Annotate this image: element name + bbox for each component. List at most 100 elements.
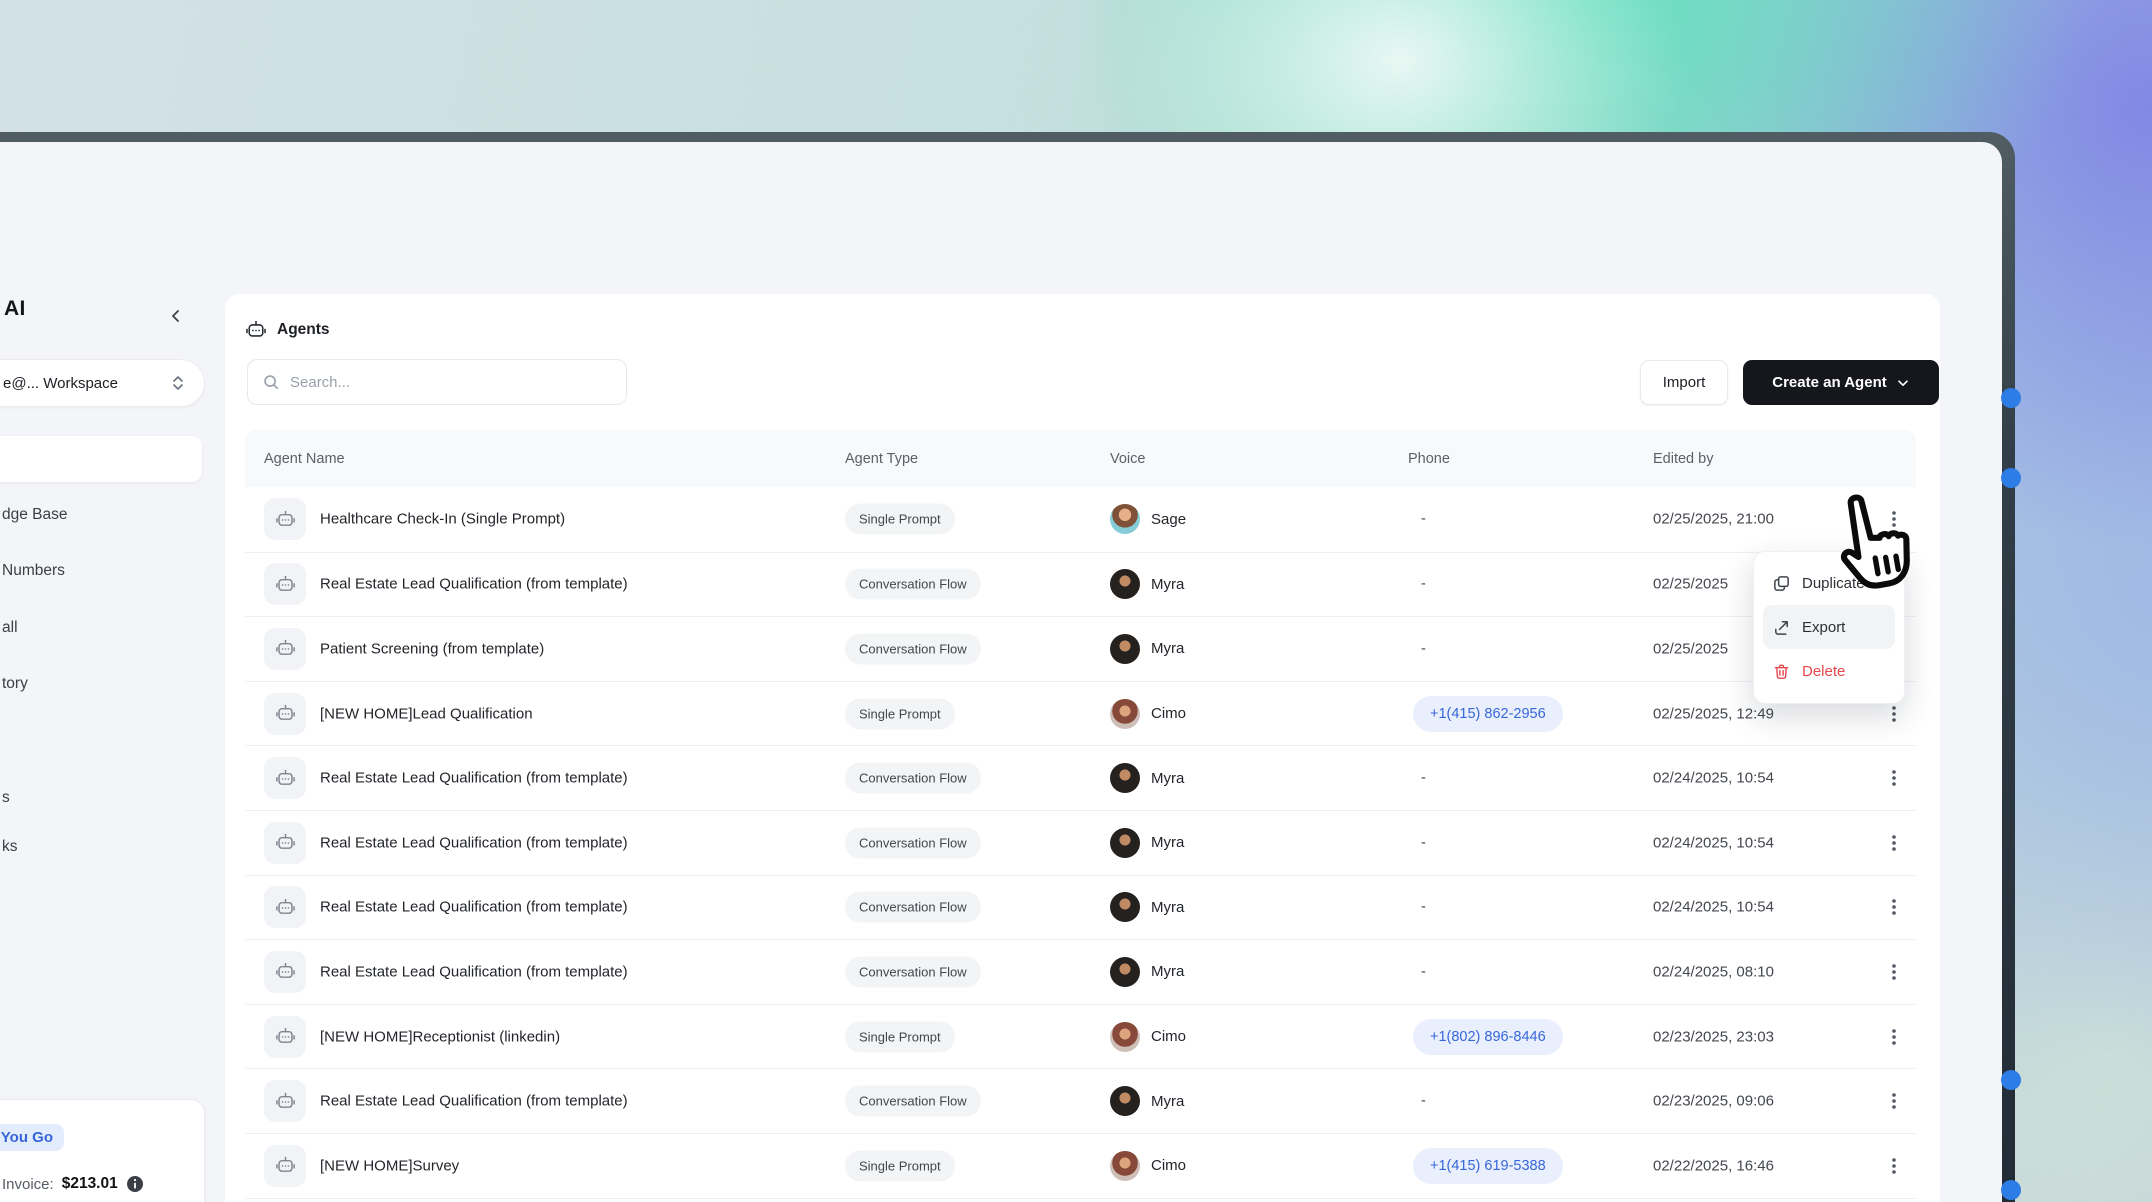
voice-avatar: [1110, 1151, 1140, 1181]
row-menu-button[interactable]: [1879, 1022, 1909, 1052]
sidebar-item-call[interactable]: all: [2, 619, 18, 637]
voice-avatar: [1110, 699, 1140, 729]
agent-name: [NEW HOME]Receptionist (linkedin): [320, 1028, 560, 1045]
phone-cell[interactable]: +1(415) 619-5388: [1413, 1148, 1563, 1184]
phone-cell[interactable]: -: [1413, 576, 1426, 592]
table-row[interactable]: Real Estate Lead Qualification (from tem…: [245, 810, 1916, 875]
edited-by-value: 02/23/2025, 09:06: [1653, 1093, 1774, 1110]
agent-robot-icon: [264, 693, 306, 735]
search-input[interactable]: [290, 374, 612, 391]
phone-cell[interactable]: -: [1413, 770, 1426, 786]
table-row[interactable]: [NEW HOME]Survey Single Prompt Cimo +1(4…: [245, 1133, 1916, 1198]
menu-item-label: Export: [1802, 619, 1845, 636]
kebab-icon: [1886, 1157, 1902, 1175]
voice-name: Myra: [1151, 576, 1184, 593]
table-row[interactable]: Healthcare Check-In (Single Prompt) Sing…: [245, 487, 1916, 552]
table-row[interactable]: [NEW HOME]Customer Service Single Prompt…: [245, 1198, 1916, 1202]
phone-cell[interactable]: -: [1413, 641, 1426, 657]
robot-icon: [245, 319, 267, 341]
sidebar-item-s[interactable]: s: [2, 789, 10, 807]
sidebar-collapse-button[interactable]: [160, 300, 192, 332]
page-title: Agents: [245, 319, 330, 341]
sidebar-item-webhooks[interactable]: ks: [2, 838, 18, 856]
app-logo: AI: [4, 297, 26, 321]
table-row[interactable]: Patient Screening (from template) Conver…: [245, 616, 1916, 681]
voice-name: Myra: [1151, 834, 1184, 851]
row-menu-button[interactable]: [1879, 828, 1909, 858]
phone-cell[interactable]: -: [1413, 899, 1426, 915]
table-row[interactable]: Real Estate Lead Qualification (from tem…: [245, 552, 1916, 617]
agent-robot-icon: [264, 563, 306, 605]
background-page-dot: [2001, 1180, 2021, 1200]
agent-type-badge: Single Prompt: [845, 698, 955, 729]
voice-name: Sage: [1151, 511, 1186, 528]
phone-cell[interactable]: +1(415) 862-2956: [1413, 696, 1563, 732]
phone-cell[interactable]: -: [1413, 964, 1426, 980]
row-menu-button[interactable]: [1879, 1151, 1909, 1181]
table-row[interactable]: [NEW HOME]Receptionist (linkedin) Single…: [245, 1004, 1916, 1069]
phone-cell[interactable]: -: [1413, 511, 1426, 527]
sidebar-item-phone-numbers[interactable]: Numbers: [2, 562, 65, 580]
search-icon: [262, 373, 280, 391]
menu-item-export[interactable]: Export: [1763, 605, 1895, 649]
agent-robot-icon: [264, 498, 306, 540]
voice-cell: Myra: [1110, 569, 1184, 599]
voice-cell: Myra: [1110, 1086, 1184, 1116]
table-header: Agent Name Agent Type Voice Phone Edited…: [245, 430, 1916, 487]
edited-by-value: 02/25/2025: [1653, 640, 1728, 657]
workspace-selector[interactable]: e@... Workspace: [0, 359, 205, 407]
edited-by-value: 02/24/2025, 10:54: [1653, 899, 1774, 916]
kebab-icon: [1886, 769, 1902, 787]
agents-table-body: Healthcare Check-In (Single Prompt) Sing…: [245, 487, 1916, 1202]
chevron-left-icon: [168, 308, 184, 324]
phone-cell[interactable]: -: [1413, 1093, 1426, 1109]
agent-name: Patient Screening (from template): [320, 640, 544, 657]
page-title-text: Agents: [277, 321, 330, 339]
menu-item-label: Delete: [1802, 663, 1845, 680]
voice-avatar: [1110, 957, 1140, 987]
table-row[interactable]: Real Estate Lead Qualification (from tem…: [245, 745, 1916, 810]
row-menu-button[interactable]: [1879, 892, 1909, 922]
edited-by-value: 02/25/2025, 21:00: [1653, 511, 1774, 528]
search-box: [247, 359, 627, 405]
voice-cell: Myra: [1110, 957, 1184, 987]
agent-name: Real Estate Lead Qualification (from tem…: [320, 899, 628, 916]
phone-cell[interactable]: +1(802) 896-8446: [1413, 1019, 1563, 1055]
plan-badge: You Go: [0, 1124, 64, 1151]
edited-by-value: 02/25/2025, 12:49: [1653, 705, 1774, 722]
import-button[interactable]: Import: [1640, 360, 1728, 405]
agent-type-badge: Conversation Flow: [845, 1086, 981, 1117]
table-row[interactable]: Real Estate Lead Qualification (from tem…: [245, 1068, 1916, 1133]
kebab-icon: [1886, 1092, 1902, 1110]
edited-by-value: 02/25/2025: [1653, 576, 1728, 593]
table-row[interactable]: Real Estate Lead Qualification (from tem…: [245, 939, 1916, 1004]
select-chevrons-icon: [170, 374, 186, 392]
voice-name: Myra: [1151, 963, 1184, 980]
row-menu-button[interactable]: [1879, 1086, 1909, 1116]
table-row[interactable]: Real Estate Lead Qualification (from tem…: [245, 875, 1916, 940]
agent-name: Healthcare Check-In (Single Prompt): [320, 511, 565, 528]
sidebar-item-knowledge-base[interactable]: dge Base: [2, 506, 68, 524]
invoice-label: Invoice:: [2, 1176, 54, 1193]
table-row[interactable]: [NEW HOME]Lead Qualification Single Prom…: [245, 681, 1916, 746]
invoice-line: Invoice: $213.01: [2, 1175, 144, 1193]
export-icon: [1772, 618, 1791, 637]
row-menu-button[interactable]: [1879, 763, 1909, 793]
agent-robot-icon: [264, 886, 306, 928]
voice-name: Myra: [1151, 1093, 1184, 1110]
agent-name: Real Estate Lead Qualification (from tem…: [320, 1093, 628, 1110]
sidebar-item-history[interactable]: tory: [2, 675, 28, 693]
agent-robot-icon: [264, 1016, 306, 1058]
voice-cell: Cimo: [1110, 699, 1186, 729]
create-agent-button[interactable]: Create an Agent: [1743, 360, 1939, 405]
row-menu-button[interactable]: [1879, 957, 1909, 987]
screenshot-stage: AI e@... Workspace dge Base Numbers all …: [0, 0, 2152, 1202]
voice-name: Cimo: [1151, 1157, 1186, 1174]
phone-cell[interactable]: -: [1413, 835, 1426, 851]
sidebar-item-selected[interactable]: [0, 436, 202, 482]
menu-item-delete[interactable]: Delete: [1763, 649, 1895, 693]
info-icon[interactable]: [126, 1175, 144, 1193]
voice-name: Cimo: [1151, 1028, 1186, 1045]
agent-robot-icon: [264, 757, 306, 799]
voice-name: Myra: [1151, 640, 1184, 657]
